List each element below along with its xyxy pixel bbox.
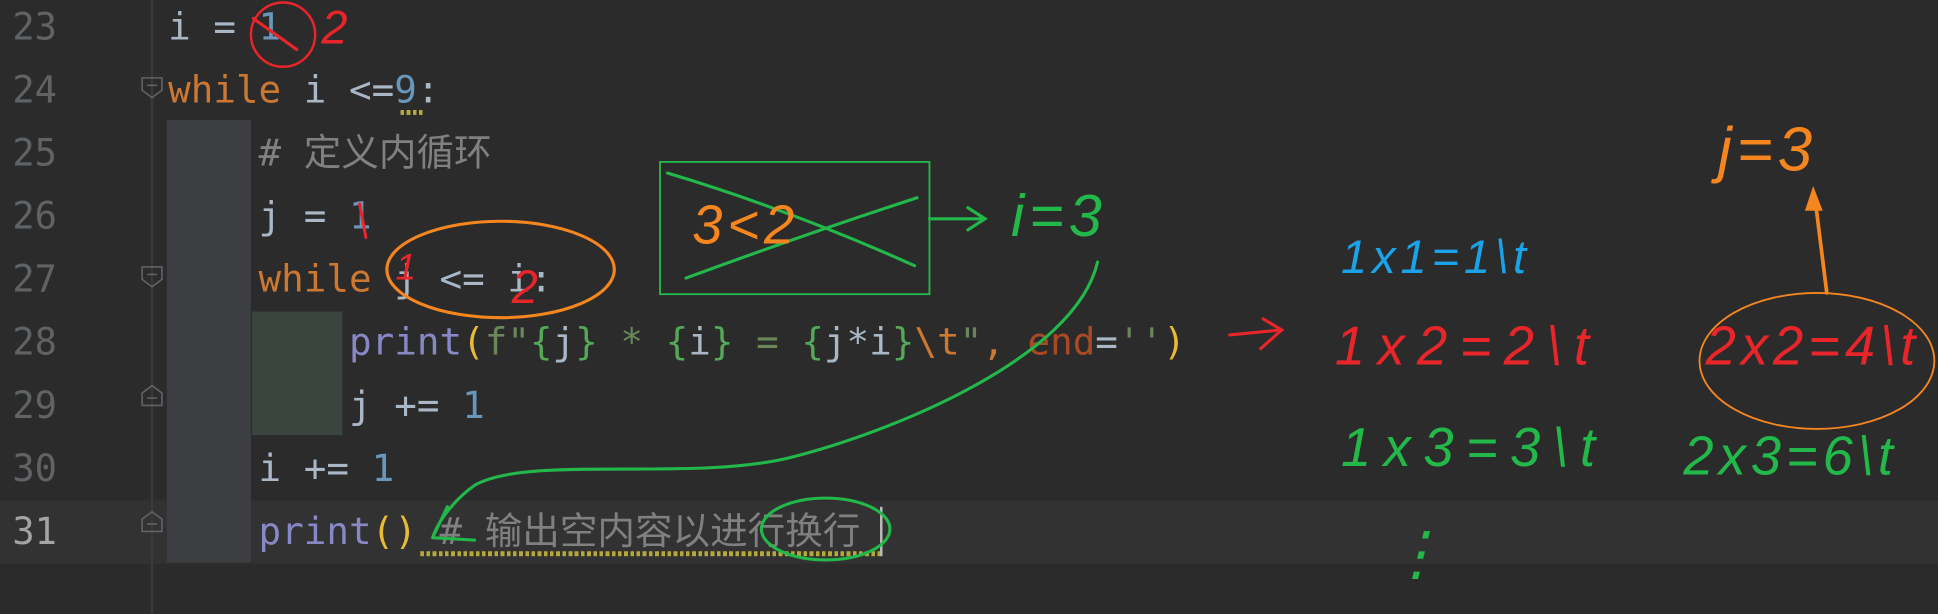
annotation-row3b: 2x3=6\t [1683, 426, 1898, 487]
annotation-row3a: 1x3=3\t [1341, 417, 1608, 479]
screenshot: 23 24 25 26 27 28 29 30 31 i = 1 while i <=9: # 定… [0, 0, 1938, 614]
green-ellipse-mark [759, 496, 892, 562]
green-arrow [927, 206, 988, 232]
red-circle-mark [249, 1, 317, 68]
annotation-ellipsis: ⋮ [1386, 521, 1452, 588]
red-strike-mark [358, 202, 368, 239]
annotation-j-equals: j=3 [1718, 114, 1818, 185]
annotation-row2a: 1x2=2\t [1334, 316, 1602, 377]
red-arrow [1228, 317, 1285, 351]
orange-arrow-head [1804, 186, 1823, 211]
annotation-j-mark: 1 [395, 247, 422, 288]
red-strike-mark [251, 16, 299, 51]
annotation-boxed-condition: 3<2 [692, 195, 800, 256]
orange-arrow [1813, 202, 1829, 295]
code-editor[interactable]: 23 24 25 26 27 28 29 30 31 i = 1 while i <=9: # 定… [0, 0, 1938, 614]
annotation-row2b: 2x2=4\t [1705, 316, 1921, 377]
annotation-i-value: 2 [321, 2, 353, 55]
annotation-i-mark: 2 [511, 262, 543, 314]
annotation-row1: 1x1=1\t [1341, 232, 1532, 285]
annotation-layer [249, 1, 1936, 562]
annotation-i-equals: i=3 [1011, 184, 1107, 250]
